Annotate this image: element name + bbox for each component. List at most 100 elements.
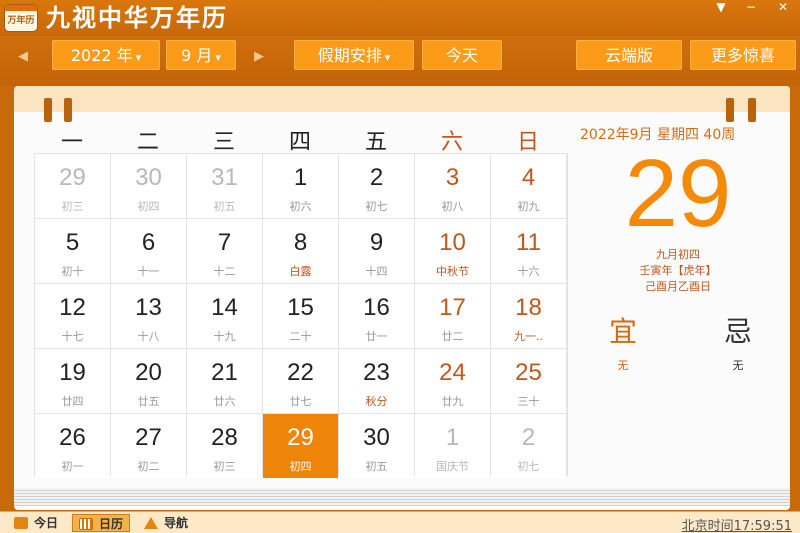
lunar-day: 初三 <box>213 460 236 473</box>
year-select[interactable]: 2022 年 ▾ <box>52 40 160 70</box>
day-number: 10 <box>439 229 466 256</box>
today-tab-label: 今日 <box>34 516 59 530</box>
day-cell[interactable]: 17 廿二 <box>415 284 490 348</box>
lunar-day: 廿二 <box>441 330 464 343</box>
beijing-time-clock[interactable]: 北京时间17:59:51 <box>682 515 792 533</box>
cloud-version-button[interactable]: 云端版 <box>576 40 682 70</box>
day-cell[interactable]: 30 初四 <box>111 154 186 218</box>
lunar-day: 十九 <box>213 330 236 343</box>
day-cell[interactable]: 18 九一.. <box>491 284 566 348</box>
day-cell[interactable]: 6 十一 <box>111 219 186 283</box>
close-icon[interactable]: ✕ <box>772 0 794 16</box>
day-cell[interactable]: 8 白露 <box>263 219 338 283</box>
weekday-label: 日 <box>516 130 539 155</box>
day-number: 24 <box>439 359 466 386</box>
day-number: 19 <box>59 359 86 386</box>
status-bar: 今日 日历 导航 北京时间17:59:51 <box>0 511 800 533</box>
lunar-day: 初七 <box>517 460 540 473</box>
day-cell[interactable]: 30 初五 <box>339 414 414 478</box>
day-cell[interactable]: 1 初六 <box>263 154 338 218</box>
day-cell[interactable]: 11 十六 <box>491 219 566 283</box>
day-cell[interactable]: 23 秋分 <box>339 349 414 413</box>
calendar-grid: 29 初三 30 初四 31 初五 1 初六 2 初七 3 初八 4 初九 5 初十 6 十一 7 十二 8 白露 9 十四 1… <box>34 153 568 478</box>
day-cell[interactable]: 3 初八 <box>415 154 490 218</box>
day-cell[interactable]: 12 十七 <box>35 284 110 348</box>
today-tab[interactable]: 今日 <box>14 514 58 532</box>
prev-month-icon[interactable]: ◀ <box>18 49 28 64</box>
day-cell[interactable]: 7 十二 <box>187 219 262 283</box>
day-cell[interactable]: 15 二十 <box>263 284 338 348</box>
next-month-icon[interactable]: ▶ <box>254 49 264 64</box>
lunar-day: 初二 <box>137 460 160 473</box>
lunar-day: 初九 <box>517 200 540 213</box>
day-cell[interactable]: 9 十四 <box>339 219 414 283</box>
day-cell-today[interactable]: 29 初四 <box>263 414 338 478</box>
yi-value: 无 <box>617 359 629 372</box>
day-cell[interactable]: 2 初七 <box>491 414 566 478</box>
day-cell[interactable]: 10 中秋节 <box>415 219 490 283</box>
lunar-day: 廿五 <box>137 395 160 408</box>
lunar-day: 初一 <box>61 460 84 473</box>
lunar-day: 初七 <box>365 200 388 213</box>
calendar-icon <box>79 518 93 530</box>
day-cell[interactable]: 16 廿一 <box>339 284 414 348</box>
day-cell[interactable]: 14 十九 <box>187 284 262 348</box>
caret-down-icon: ▾ <box>215 51 221 64</box>
app-icon: 万年历 <box>4 4 38 32</box>
app-title: 九视中华万年历 <box>46 4 228 32</box>
day-cell[interactable]: 4 初九 <box>491 154 566 218</box>
binder-ring <box>748 98 756 122</box>
weekday-label: 三 <box>212 130 235 155</box>
day-cell[interactable]: 22 廿七 <box>263 349 338 413</box>
more-surprises-button[interactable]: 更多惊喜 <box>690 40 796 70</box>
day-cell[interactable]: 5 初十 <box>35 219 110 283</box>
year-label: 2022 年 <box>70 46 133 65</box>
lunar-day: 初五 <box>213 200 236 213</box>
lunar-day: 秋分 <box>365 395 388 408</box>
day-cell[interactable]: 25 三十 <box>491 349 566 413</box>
day-number: 3 <box>445 164 460 191</box>
holiday-label: 假期安排 <box>317 46 382 65</box>
day-cell[interactable]: 29 初三 <box>35 154 110 218</box>
calendar-tab-label: 日历 <box>99 517 124 531</box>
caret-down-icon: ▾ <box>384 51 391 64</box>
day-number: 16 <box>363 294 390 321</box>
day-cell[interactable]: 27 初二 <box>111 414 186 478</box>
lunar-day: 廿四 <box>61 395 84 408</box>
day-cell[interactable]: 1 国庆节 <box>415 414 490 478</box>
day-cell[interactable]: 19 廿四 <box>35 349 110 413</box>
lunar-day: 十八 <box>137 330 160 343</box>
weekday-label: 六 <box>440 130 463 155</box>
month-select[interactable]: 9 月 ▾ <box>166 40 236 70</box>
lunar-day: 廿六 <box>213 395 236 408</box>
menu-dropdown-icon[interactable]: ▼ <box>710 0 732 16</box>
minimize-icon[interactable]: − <box>740 0 762 16</box>
selected-day-number: 29 <box>624 140 732 247</box>
day-cell[interactable]: 2 初七 <box>339 154 414 218</box>
day-cell[interactable]: 13 十八 <box>111 284 186 348</box>
lunar-day: 初八 <box>441 200 464 213</box>
lunar-day: 三十 <box>517 395 540 408</box>
lunar-day: 国庆节 <box>436 460 469 473</box>
day-number: 17 <box>439 294 466 321</box>
ganzhi-month-day: 己酉月乙酉日 <box>645 280 711 293</box>
day-cell[interactable]: 26 初一 <box>35 414 110 478</box>
day-cell[interactable]: 28 初三 <box>187 414 262 478</box>
day-cell[interactable]: 31 初五 <box>187 154 262 218</box>
lunar-day: 初四 <box>137 200 160 213</box>
day-cell[interactable]: 20 廿五 <box>111 349 186 413</box>
calendar-tab[interactable]: 日历 <box>72 514 131 532</box>
binder-ring <box>64 98 72 122</box>
lunar-date: 九月初四 <box>656 248 700 261</box>
day-cell[interactable]: 21 廿六 <box>187 349 262 413</box>
lunar-day: 廿九 <box>441 395 464 408</box>
navigation-tab[interactable]: 导航 <box>138 514 194 532</box>
day-cell[interactable]: 24 廿九 <box>415 349 490 413</box>
checkmark-icon <box>14 517 28 529</box>
day-number: 20 <box>135 359 162 386</box>
today-button[interactable]: 今天 <box>422 40 502 70</box>
navigation-icon <box>144 517 158 529</box>
holiday-schedule-button[interactable]: 假期安排 ▾ <box>294 40 414 70</box>
lunar-day: 十六 <box>517 265 540 278</box>
day-number: 15 <box>287 294 314 321</box>
